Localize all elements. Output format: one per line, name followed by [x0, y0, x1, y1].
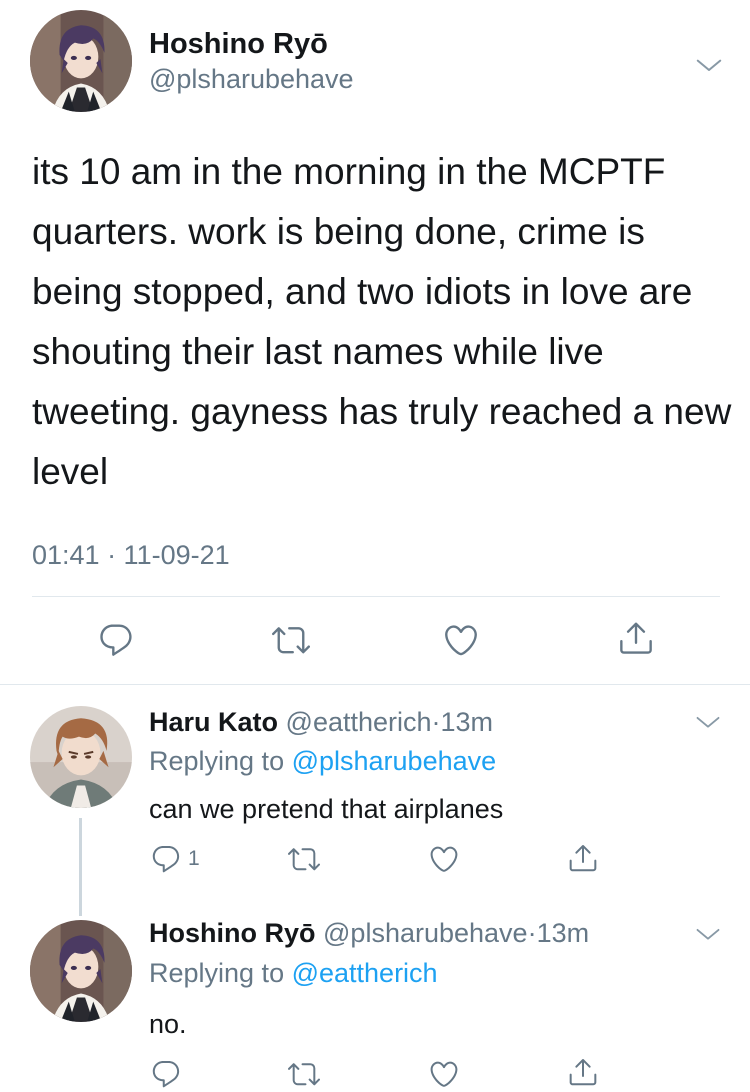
retweet-button[interactable] — [288, 843, 320, 875]
user-handle[interactable]: @plsharubehave — [149, 64, 354, 95]
avatar[interactable] — [30, 920, 132, 1022]
reply-count: 1 — [188, 847, 200, 870]
divider — [0, 684, 750, 685]
share-icon — [567, 842, 599, 874]
replying-to-link[interactable]: @plsharubehave — [292, 746, 497, 776]
display-name[interactable]: Haru Kato — [149, 707, 278, 737]
meta-separator: · — [527, 918, 537, 948]
replying-to-label: Replying to — [149, 958, 292, 988]
like-button[interactable] — [428, 1058, 460, 1090]
share-button[interactable] — [617, 619, 655, 657]
replying-to-label: Replying to — [149, 746, 292, 776]
retweet-button[interactable] — [288, 1058, 320, 1090]
retweet-icon — [288, 843, 320, 875]
avatar[interactable] — [30, 706, 132, 808]
user-handle[interactable]: @eattherich — [286, 707, 432, 737]
reply-header: Haru Kato @eattherich·13m — [149, 707, 493, 738]
like-button[interactable] — [428, 843, 460, 875]
relative-time[interactable]: 13m — [537, 918, 590, 948]
chevron-down-icon[interactable] — [694, 708, 722, 736]
retweet-button[interactable] — [272, 621, 310, 659]
like-icon — [442, 621, 480, 659]
meta-separator: · — [431, 707, 441, 737]
chevron-down-icon[interactable] — [694, 920, 722, 948]
share-button[interactable] — [567, 1056, 599, 1088]
tweet-text: its 10 am in the morning in the MCPTF qu… — [32, 151, 742, 492]
share-icon — [567, 1056, 599, 1088]
share-button[interactable] — [567, 842, 599, 874]
tweet-timestamp[interactable]: 01:41 · 11-09-21 — [32, 540, 230, 571]
reply-icon — [150, 843, 182, 875]
relative-time[interactable]: 13m — [441, 707, 494, 737]
reply-icon — [97, 621, 135, 659]
share-icon — [617, 619, 655, 657]
like-icon — [428, 843, 460, 875]
replying-to-link[interactable]: @eattherich — [292, 958, 438, 988]
display-name[interactable]: Hoshino Ryō — [149, 28, 328, 61]
reply-button[interactable] — [150, 1058, 182, 1090]
user-handle[interactable]: @plsharubehave — [323, 918, 528, 948]
chevron-down-icon[interactable] — [694, 50, 724, 80]
avatar[interactable] — [30, 10, 132, 112]
retweet-icon — [272, 621, 310, 659]
retweet-icon — [288, 1058, 320, 1090]
display-name[interactable]: Hoshino Ryō — [149, 918, 316, 948]
replying-to: Replying to @plsharubehave — [149, 746, 496, 777]
thread-line — [79, 818, 82, 916]
tweet-text: can we pretend that airplanes — [149, 794, 504, 824]
reply-header: Hoshino Ryō @plsharubehave·13m — [149, 918, 589, 949]
reply-icon — [150, 1058, 182, 1090]
divider — [32, 596, 720, 597]
replying-to: Replying to @eattherich — [149, 958, 438, 989]
main-tweet: Hoshino Ryō @plsharubehave its 10 am in … — [0, 0, 750, 685]
reply-button[interactable] — [97, 621, 135, 659]
like-button[interactable] — [442, 621, 480, 659]
reply-button[interactable]: 1 — [150, 843, 200, 875]
like-icon — [428, 1058, 460, 1090]
tweet-text: no. — [149, 1009, 187, 1039]
